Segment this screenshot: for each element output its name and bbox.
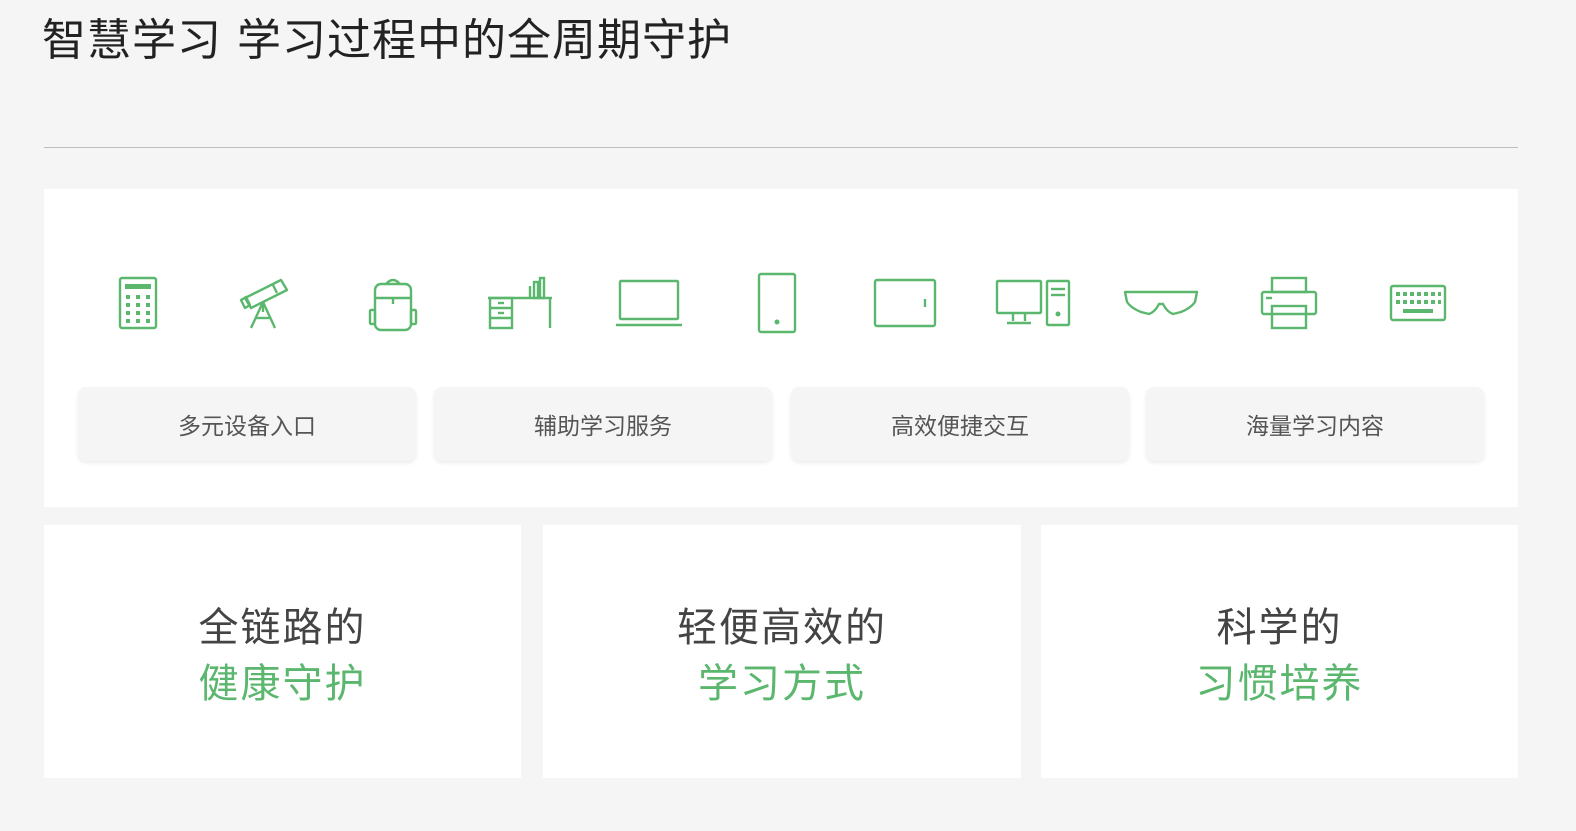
backpack-icon (353, 270, 433, 336)
tag-interaction[interactable]: 高效便捷交互 (791, 387, 1129, 461)
phone-icon (737, 270, 817, 336)
desktop-computer-icon (993, 270, 1073, 336)
tag-learning-service[interactable]: 辅助学习服务 (434, 387, 772, 461)
page: 智慧学习 学习过程中的全周期守护 多元设备入口 辅助学习服务 高效便捷交互 海量… (0, 0, 1576, 831)
feature-title: 全链路的 (198, 604, 367, 651)
tablet-icon (865, 270, 945, 336)
device-icon-row (74, 270, 1482, 336)
feature-highlight: 学习方式 (698, 660, 866, 707)
tag-label: 多元设备入口 (178, 414, 316, 440)
feature-highlight: 习惯培养 (1195, 660, 1364, 707)
page-title: 智慧学习 学习过程中的全周期守护 (42, 15, 732, 66)
keyboard-icon (1378, 270, 1458, 336)
feature-card-learning: 轻便高效的 学习方式 (543, 525, 1021, 778)
tag-label: 辅助学习服务 (534, 414, 672, 440)
feature-card-habit: 科学的 习惯培养 (1041, 525, 1518, 778)
printer-icon (1249, 270, 1329, 336)
feature-highlight: 健康守护 (198, 660, 367, 707)
desk-icon (480, 270, 560, 336)
tag-multi-device[interactable]: 多元设备入口 (78, 387, 416, 461)
glasses-icon (1121, 270, 1201, 336)
feature-title: 轻便高效的 (677, 604, 887, 651)
tag-label: 海量学习内容 (1246, 414, 1384, 440)
telescope-icon (225, 270, 305, 336)
tag-content[interactable]: 海量学习内容 (1146, 387, 1484, 461)
calculator-icon (98, 270, 178, 336)
divider (44, 147, 1518, 148)
laptop-icon (609, 270, 689, 336)
tag-row: 多元设备入口 辅助学习服务 高效便捷交互 海量学习内容 (78, 387, 1484, 461)
feature-title: 科学的 (1216, 604, 1343, 651)
feature-card-health: 全链路的 健康守护 (44, 525, 521, 778)
tag-label: 高效便捷交互 (891, 414, 1029, 440)
